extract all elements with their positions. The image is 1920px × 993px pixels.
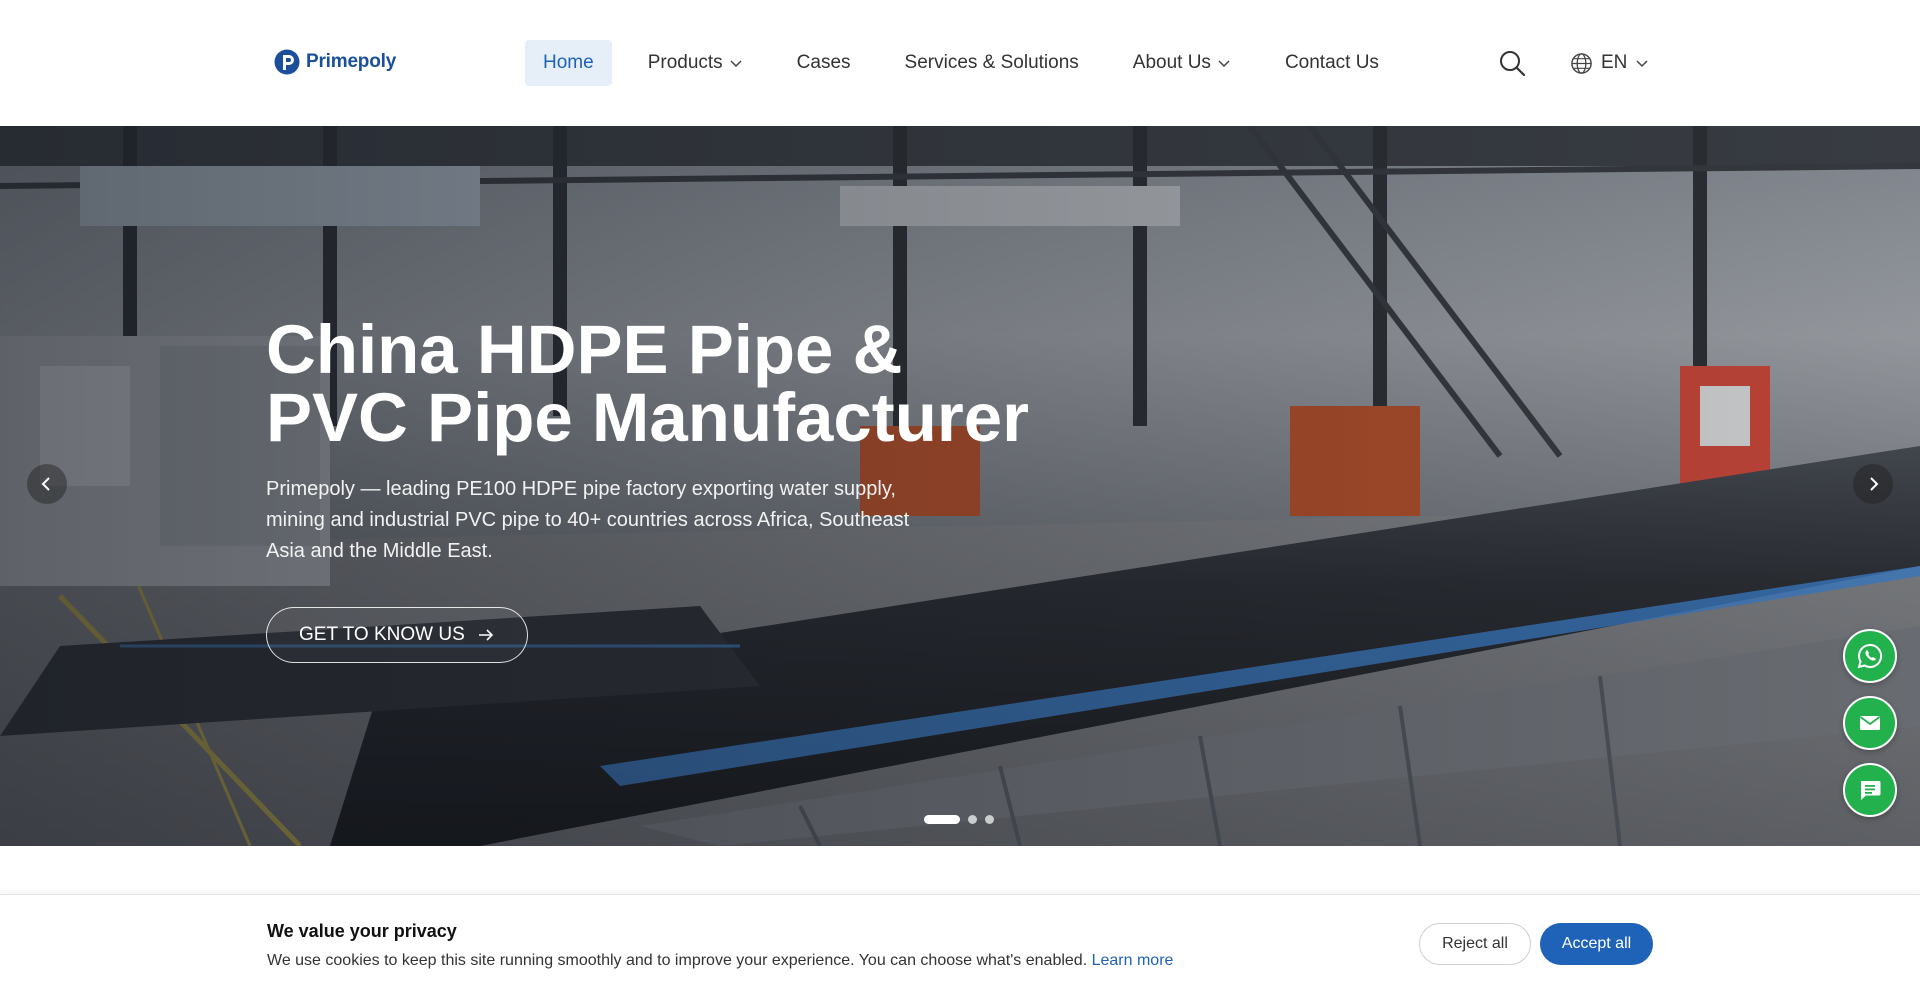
site-header: Primepoly Home Products Cases Services &… bbox=[0, 0, 1920, 126]
nav-cases-label: Cases bbox=[796, 52, 851, 73]
whatsapp-icon bbox=[1857, 643, 1883, 669]
whatsapp-button[interactable] bbox=[1843, 629, 1897, 683]
nav-about[interactable]: About Us bbox=[1115, 40, 1249, 86]
language-label: EN bbox=[1601, 52, 1628, 73]
hero-title: China HDPE Pipe & PVC Pipe Manufacturer bbox=[266, 315, 1166, 452]
slider-dot-3[interactable] bbox=[985, 815, 994, 824]
nav-about-label: About Us bbox=[1132, 52, 1211, 73]
hero-subtitle: Primepoly — leading PE100 HDPE pipe fact… bbox=[266, 478, 910, 562]
chevron-down-icon bbox=[1218, 60, 1230, 68]
nav-home[interactable]: Home bbox=[525, 40, 612, 86]
email-button[interactable] bbox=[1843, 696, 1897, 750]
hero-title-line1: China HDPE Pipe & bbox=[266, 311, 903, 388]
slider-dot-1[interactable] bbox=[924, 815, 960, 824]
nav-contact[interactable]: Contact Us bbox=[1267, 40, 1397, 86]
slider-next-button[interactable] bbox=[1853, 464, 1893, 504]
chevron-down-icon bbox=[1636, 60, 1648, 68]
logo-text: Primepoly bbox=[306, 51, 397, 72]
chat-button[interactable] bbox=[1843, 763, 1897, 817]
search-button[interactable] bbox=[1498, 49, 1526, 77]
cta-label: GET TO KNOW US bbox=[299, 624, 465, 645]
chevron-left-icon bbox=[41, 477, 50, 491]
slider-dot-2[interactable] bbox=[968, 815, 977, 824]
accept-all-button[interactable]: Accept all bbox=[1540, 923, 1653, 965]
cookie-text: We use cookies to keep this site running… bbox=[267, 952, 1173, 970]
cookie-banner: We value your privacy We use cookies to … bbox=[0, 894, 1920, 993]
email-icon bbox=[1859, 716, 1881, 730]
cookie-description: We use cookies to keep this site running… bbox=[267, 952, 1092, 969]
nav-contact-label: Contact Us bbox=[1284, 52, 1379, 73]
reject-all-button[interactable]: Reject all bbox=[1419, 923, 1531, 965]
slider-prev-button[interactable] bbox=[27, 464, 67, 504]
chevron-down-icon bbox=[730, 60, 742, 68]
arrow-right-icon bbox=[478, 629, 493, 641]
logo[interactable]: Primepoly bbox=[274, 48, 396, 76]
learn-more-link[interactable]: Learn more bbox=[1092, 952, 1174, 969]
chevron-right-icon bbox=[1870, 477, 1879, 491]
nav-services[interactable]: Services & Solutions bbox=[887, 40, 1097, 86]
get-to-know-us-button[interactable]: GET TO KNOW US bbox=[266, 607, 528, 663]
nav-home-label: Home bbox=[543, 52, 594, 73]
cookie-title: We value your privacy bbox=[267, 921, 457, 941]
nav-services-label: Services & Solutions bbox=[904, 52, 1079, 73]
main-nav: Home Products Cases Services & Solutions… bbox=[525, 40, 1397, 86]
nav-products[interactable]: Products bbox=[630, 40, 761, 86]
search-icon bbox=[1500, 51, 1526, 77]
hero-slider: China HDPE Pipe & PVC Pipe Manufacturer … bbox=[0, 126, 1920, 846]
globe-icon bbox=[1571, 52, 1592, 74]
chat-icon bbox=[1861, 781, 1881, 800]
language-selector[interactable]: EN bbox=[1570, 50, 1649, 76]
hero-title-line2: PVC Pipe Manufacturer bbox=[266, 379, 1030, 456]
nav-cases[interactable]: Cases bbox=[779, 40, 869, 86]
hero-content: China HDPE Pipe & PVC Pipe Manufacturer … bbox=[266, 315, 1166, 663]
slider-dots bbox=[924, 815, 994, 824]
logo-mark-icon bbox=[274, 49, 300, 75]
nav-products-label: Products bbox=[647, 52, 723, 73]
